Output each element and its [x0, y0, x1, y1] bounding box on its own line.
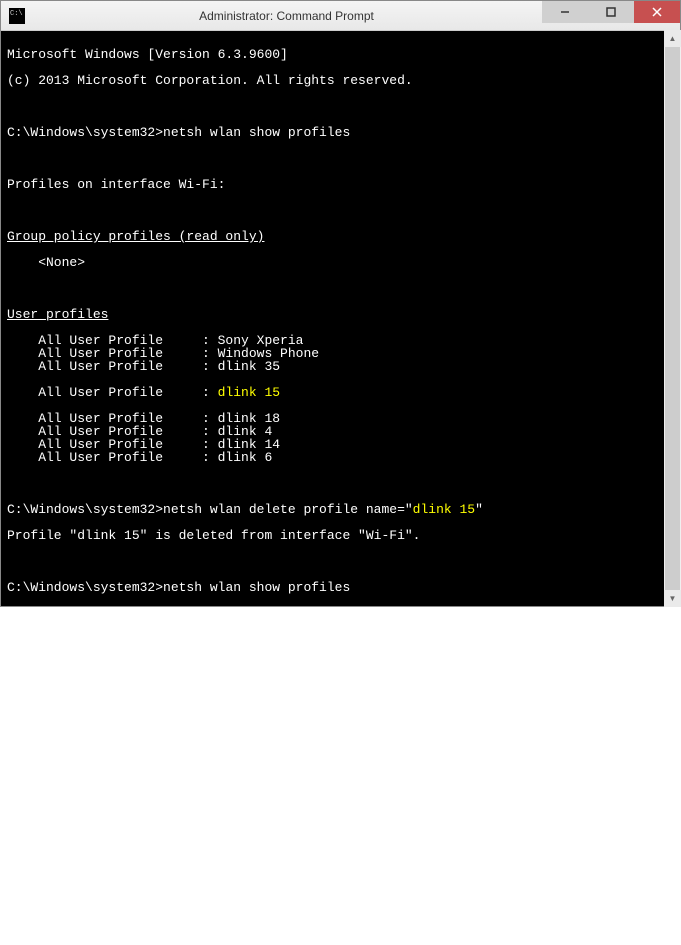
section-heading: Group policy profiles (read only): [7, 230, 674, 243]
scroll-thumb[interactable]: [665, 47, 680, 590]
close-button[interactable]: [634, 1, 680, 23]
section-heading: Profiles on interface Wi-Fi:: [7, 178, 674, 191]
scroll-up-button[interactable]: ▲: [664, 30, 681, 47]
prompt-line: C:\Windows\system32>: [7, 919, 674, 932]
window-controls: [542, 1, 680, 23]
section-heading: User profiles: [7, 308, 674, 321]
minimize-button[interactable]: [542, 1, 588, 23]
output-line: Profile "dlink 15" is deleted from inter…: [7, 529, 674, 542]
prompt-line: C:\Windows\system32>netsh wlan show prof…: [7, 581, 674, 594]
none-line: <None>: [7, 711, 674, 724]
profile-row: All User Profile : dlink 35: [7, 360, 674, 373]
profile-row: All User Profile : dlink 6: [7, 451, 674, 464]
prompt-line: C:\Windows\system32>netsh wlan delete pr…: [7, 503, 674, 516]
cmd-icon: [9, 8, 25, 24]
highlighted-profile: dlink 15: [218, 385, 280, 400]
maximize-button[interactable]: [588, 1, 634, 23]
header-line: Microsoft Windows [Version 6.3.9600]: [7, 48, 674, 61]
cursor: [163, 919, 171, 932]
section-heading: Profiles on interface Wi-Fi:: [7, 633, 674, 646]
section-heading: Group policy profiles (read only): [7, 685, 674, 698]
profile-row: All User Profile : dlink 4: [7, 841, 674, 854]
profile-row: All User Profile : Windows Phone: [7, 802, 674, 815]
profile-row: All User Profile : dlink 18: [7, 828, 674, 841]
window-title: Administrator: Command Prompt: [33, 9, 540, 23]
titlebar[interactable]: Administrator: Command Prompt: [1, 1, 680, 31]
profile-row: All User Profile : dlink 6: [7, 867, 674, 880]
profile-row: All User Profile : dlink 15: [7, 386, 674, 399]
scrollbar[interactable]: ▲ ▼: [664, 30, 681, 607]
section-heading: User profiles: [7, 763, 674, 776]
profile-row: All User Profile : Sony Xperia: [7, 789, 674, 802]
prompt-line: C:\Windows\system32>netsh wlan show prof…: [7, 126, 674, 139]
terminal-area[interactable]: Microsoft Windows [Version 6.3.9600] (c)…: [1, 31, 680, 606]
none-line: <None>: [7, 256, 674, 269]
profile-row: All User Profile : dlink 14: [7, 854, 674, 867]
scroll-down-button[interactable]: ▼: [664, 590, 681, 607]
profile-row: All User Profile : dlink 35: [7, 815, 674, 828]
header-line: (c) 2013 Microsoft Corporation. All righ…: [7, 74, 674, 87]
highlighted-arg: dlink 15: [413, 502, 475, 517]
